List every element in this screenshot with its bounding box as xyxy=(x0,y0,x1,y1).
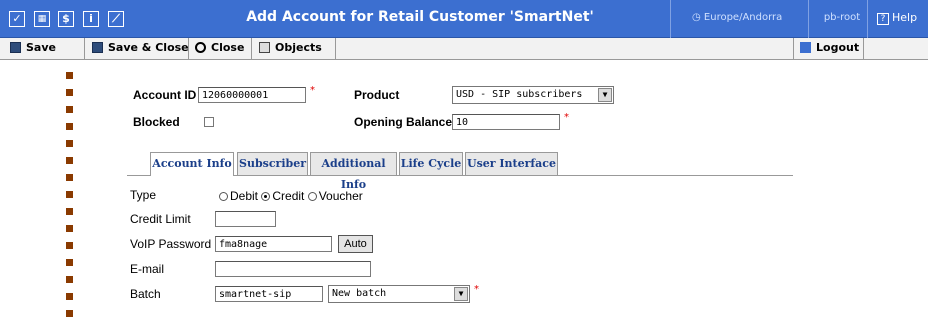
toolbar: Save Save & Close Close Objects Logout xyxy=(0,38,928,60)
voip-password-label: VoIP Password xyxy=(130,237,212,251)
type-option-label: Credit xyxy=(272,189,305,203)
batch-select-value: New batch xyxy=(332,288,387,299)
radio-icon xyxy=(219,192,228,201)
account-id-label: Account ID xyxy=(133,88,197,102)
type-option-label: Debit xyxy=(230,189,259,203)
grid-icon[interactable]: ▦ xyxy=(34,11,50,27)
bullet-marker xyxy=(66,225,73,232)
bullet-marker xyxy=(66,123,73,130)
type-radio-credit[interactable]: Credit xyxy=(261,189,304,203)
type-radio-debit[interactable]: Debit xyxy=(219,189,258,203)
bullet-marker xyxy=(66,259,73,266)
batch-select[interactable]: New batch ▼ xyxy=(328,285,470,303)
timezone-link[interactable]: ◷ Europe/Andorra xyxy=(692,12,782,23)
blocked-label: Blocked xyxy=(133,115,180,129)
account-id-input[interactable] xyxy=(198,87,306,103)
logout-button[interactable]: Logout xyxy=(800,41,859,54)
close-icon xyxy=(195,42,206,53)
radio-selected-icon xyxy=(261,192,271,201)
product-select[interactable]: USD - SIP subscribers ▼ xyxy=(452,86,614,104)
tab-user-interface[interactable]: User Interface xyxy=(465,152,558,175)
bullet-marker xyxy=(66,191,73,198)
checkbox-icon[interactable]: ✓ xyxy=(9,11,25,27)
timezone-label: Europe/Andorra xyxy=(703,12,783,23)
save-label: Save xyxy=(26,41,56,54)
save-icon xyxy=(10,42,21,53)
radio-icon xyxy=(307,192,317,201)
product-label: Product xyxy=(354,88,400,102)
type-label: Type xyxy=(130,188,157,202)
logout-icon xyxy=(800,42,811,53)
type-radio-voucher[interactable]: Voucher xyxy=(307,189,363,203)
credit-limit-input[interactable] xyxy=(215,211,276,227)
voip-password-input[interactable] xyxy=(215,236,332,252)
chevron-down-icon: ▼ xyxy=(598,88,612,102)
bullet-marker xyxy=(66,208,73,215)
required-mark: * xyxy=(310,85,315,96)
save-close-button[interactable]: Save & Close xyxy=(92,41,189,54)
bullet-marker xyxy=(66,174,73,181)
title-bar: ✓ ▦ $ i ⟋ Add Account for Retail Custome… xyxy=(0,0,928,38)
objects-button[interactable]: Objects xyxy=(259,41,322,54)
batch-label: Batch xyxy=(130,287,161,301)
bullet-marker xyxy=(66,157,73,164)
close-label: Close xyxy=(211,41,245,54)
email-label: E-mail xyxy=(130,262,165,276)
batch-input[interactable] xyxy=(215,286,323,302)
auto-button[interactable]: Auto xyxy=(338,235,373,253)
close-button[interactable]: Close xyxy=(195,41,244,54)
objects-label: Objects xyxy=(275,41,322,54)
save-close-icon xyxy=(92,42,103,53)
bullet-marker xyxy=(66,72,73,79)
tab-account-info[interactable]: Account Info xyxy=(150,152,234,176)
required-mark: * xyxy=(474,284,479,295)
objects-icon xyxy=(259,42,270,53)
bullet-marker xyxy=(66,310,73,317)
user-link[interactable]: pb-root xyxy=(821,12,863,23)
help-label: Help xyxy=(892,11,918,24)
bullet-marker xyxy=(66,242,73,249)
required-mark: * xyxy=(564,112,569,123)
tab-subscriber[interactable]: Subscriber xyxy=(237,152,308,175)
info-icon[interactable]: i xyxy=(83,11,99,27)
type-radio-group: Debit Credit Voucher xyxy=(219,189,363,203)
bullet-marker xyxy=(66,106,73,113)
save-close-label: Save & Close xyxy=(108,41,189,54)
tab-life-cycle[interactable]: Life Cycle xyxy=(399,152,463,175)
page-title: Add Account for Retail Customer 'SmartNe… xyxy=(246,9,594,25)
chart-icon[interactable]: ⟋ xyxy=(108,11,124,27)
type-option-label: Voucher xyxy=(318,189,363,203)
help-link[interactable]: ? Help xyxy=(877,11,917,25)
bullet-marker xyxy=(66,293,73,300)
save-button[interactable]: Save xyxy=(10,41,56,54)
opening-balance-input[interactable] xyxy=(452,114,560,130)
bullet-marker xyxy=(66,140,73,147)
tab-additional-info[interactable]: Additional Info xyxy=(310,152,397,191)
logout-label: Logout xyxy=(816,41,860,54)
clock-icon: ◷ xyxy=(692,12,701,23)
dollar-icon[interactable]: $ xyxy=(58,11,74,27)
bullet-marker xyxy=(66,89,73,96)
product-select-value: USD - SIP subscribers xyxy=(456,89,583,100)
email-input[interactable] xyxy=(215,261,371,277)
chevron-down-icon: ▼ xyxy=(454,287,468,301)
help-icon: ? xyxy=(877,13,889,25)
bullet-marker xyxy=(66,276,73,283)
blocked-checkbox[interactable] xyxy=(204,117,214,127)
opening-balance-label: Opening Balance xyxy=(354,115,453,129)
credit-limit-label: Credit Limit xyxy=(130,212,191,226)
